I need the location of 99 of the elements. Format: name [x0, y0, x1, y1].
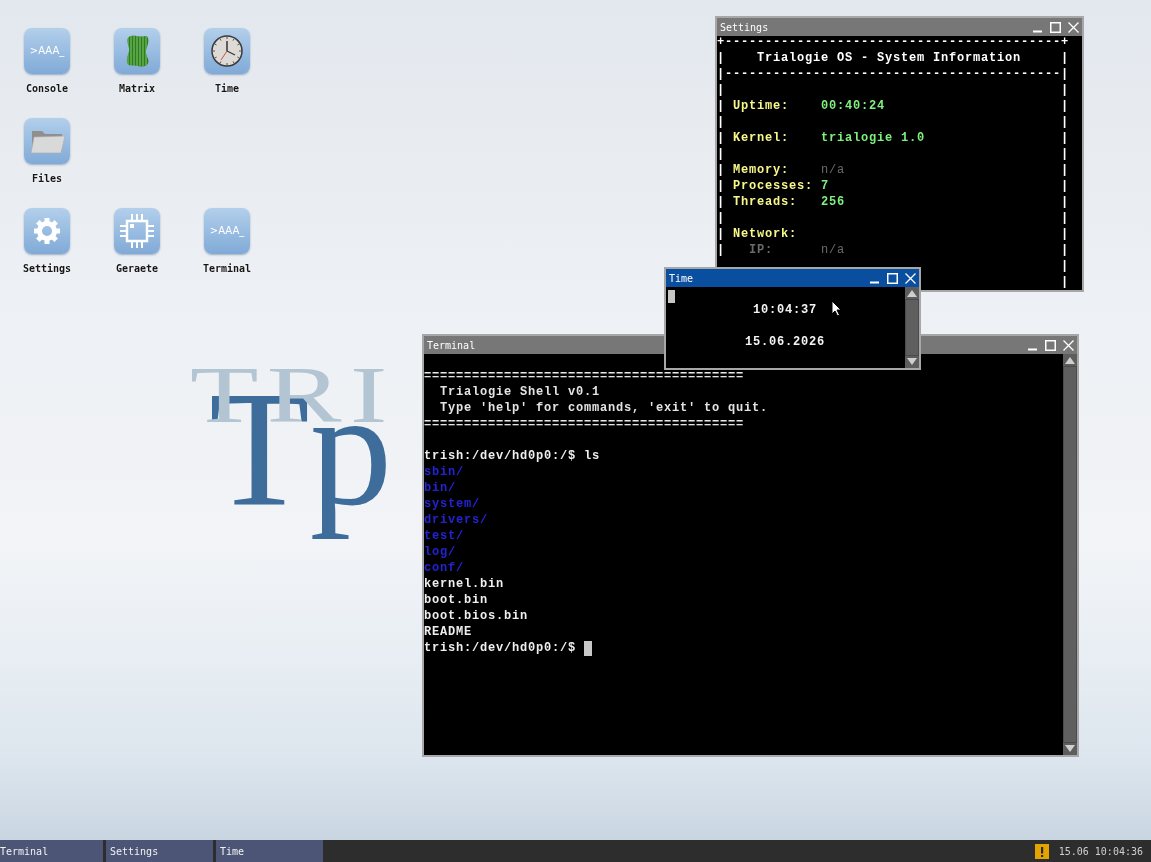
taskbar-button[interactable]: Time: [216, 840, 323, 862]
close-icon[interactable]: [1068, 21, 1079, 33]
section-label: Network:: [732, 226, 797, 242]
desktop-icon-label[interactable]: Time: [214, 83, 240, 94]
taskbar-clock: 15.06 10:04:36: [1058, 845, 1143, 857]
info-value: n/a: [821, 162, 845, 178]
scroll-down-icon[interactable]: [1063, 743, 1077, 755]
scroll-up-icon[interactable]: [905, 287, 919, 299]
info-value: 00:40:24: [821, 98, 885, 114]
window-title: Terminal: [426, 339, 476, 351]
info-value: n/a: [821, 242, 845, 258]
ascii-border: |: [1061, 130, 1069, 146]
ascii-border: |: [717, 82, 725, 98]
scroll-up-icon[interactable]: [1063, 354, 1077, 366]
ascii-border: |: [717, 146, 725, 162]
ascii-rule: +------------------------------------------+: [717, 36, 1070, 49]
desktop-icon-label[interactable]: Terminal: [202, 263, 252, 274]
banner-text: Trialogie Shell v0.1: [440, 384, 601, 400]
directory-entry: sbin/: [424, 464, 464, 480]
folder-icon[interactable]: [24, 118, 70, 164]
ascii-border: |: [717, 162, 725, 178]
scrollbar[interactable]: [905, 287, 919, 368]
window-title: Settings: [719, 21, 769, 33]
ascii-border: |: [1061, 242, 1069, 258]
ascii-border: |: [717, 98, 725, 114]
ascii-rule: |------------------------------------------|: [717, 67, 1070, 81]
ascii-border: |: [717, 50, 725, 66]
info-label: Uptime:: [733, 98, 789, 114]
directory-entry: bin/: [424, 480, 456, 496]
maximize-icon[interactable]: [1050, 21, 1061, 33]
file-entry: README: [424, 624, 472, 640]
info-heading: Trialogie OS - System Information: [756, 50, 1022, 66]
directory-entry: conf/: [424, 560, 464, 576]
window-title: Time: [668, 272, 694, 284]
close-icon[interactable]: [1063, 339, 1074, 351]
ascii-border: |: [1061, 274, 1069, 290]
maximize-icon[interactable]: [887, 272, 898, 284]
info-label: Threads:: [733, 194, 797, 210]
close-icon[interactable]: [905, 272, 916, 284]
desktop-icon-label[interactable]: Geraete: [115, 263, 159, 274]
ascii-border: |: [717, 178, 725, 194]
file-entry: boot.bin: [424, 592, 488, 608]
ascii-border: |: [1061, 162, 1069, 178]
ascii-border: |: [1061, 114, 1069, 130]
ascii-border: |: [717, 130, 725, 146]
scrollbar[interactable]: [1063, 354, 1077, 755]
ascii-border: |: [1061, 178, 1069, 194]
ascii-border: |: [1061, 258, 1069, 274]
ascii-border: |: [1061, 226, 1069, 242]
info-value: 7: [821, 178, 829, 194]
clock-time: 10:04:37: [753, 302, 817, 318]
scrollbar-thumb[interactable]: [1064, 367, 1076, 742]
desktop-icon-label[interactable]: Files: [31, 173, 63, 184]
file-entry: boot.bios.bin: [424, 608, 528, 624]
desktop-icon-label[interactable]: Console: [25, 83, 69, 94]
gear-icon[interactable]: [24, 208, 70, 254]
warning-icon[interactable]: [1034, 843, 1049, 859]
banner-text: Type 'help' for commands, 'exit' to quit.: [440, 400, 769, 416]
ascii-border: |: [1061, 50, 1069, 66]
ascii-border: |: [717, 194, 725, 210]
desktop-icon-label[interactable]: Settings: [22, 263, 72, 274]
directory-entry: test/: [424, 528, 464, 544]
shell-prompt: trish:/dev/hd0p0:/$: [424, 640, 577, 656]
info-label: Memory:: [733, 162, 789, 178]
info-label: Processes:: [733, 178, 813, 194]
ascii-border: |: [1061, 82, 1069, 98]
desktop-icon-label[interactable]: Matrix: [118, 83, 156, 94]
scrollbar-thumb[interactable]: [906, 300, 918, 355]
chip-icon[interactable]: [114, 208, 160, 254]
info-label: IP:: [749, 242, 773, 258]
mouse-pointer-icon: [831, 300, 842, 317]
scroll-down-icon[interactable]: [905, 356, 919, 368]
ascii-border: |: [717, 114, 725, 130]
banner-rule: ========================================: [424, 416, 745, 432]
info-value: trialogie 1.0: [821, 130, 925, 146]
ascii-border: |: [1061, 210, 1069, 226]
ascii-border: |: [1061, 146, 1069, 162]
icon-caption: >AAA_: [209, 225, 245, 237]
typed-command: ls: [584, 448, 601, 464]
file-entry: kernel.bin: [424, 576, 504, 592]
ascii-border: |: [1061, 194, 1069, 210]
clock-icon[interactable]: [204, 28, 250, 74]
ascii-border: |: [717, 226, 725, 242]
ascii-border: |: [1061, 98, 1069, 114]
clock-date: 15.06.2026: [745, 334, 825, 350]
icon-caption: >AAA_: [29, 45, 65, 57]
ascii-border: |: [717, 210, 725, 226]
directory-entry: drivers/: [424, 512, 488, 528]
ascii-border: |: [717, 242, 725, 258]
banner-rule: ========================================: [424, 368, 745, 384]
directory-entry: system/: [424, 496, 480, 512]
taskbar-button[interactable]: Terminal: [0, 840, 103, 862]
shell-prompt: trish:/dev/hd0p0:/$: [424, 448, 577, 464]
directory-entry: log/: [424, 544, 456, 560]
info-value: 256: [821, 194, 845, 210]
info-label: Kernel:: [733, 130, 789, 146]
taskbar-button[interactable]: Settings: [106, 840, 213, 862]
maximize-icon[interactable]: [1045, 339, 1056, 351]
striped-shape-icon[interactable]: [114, 28, 160, 74]
